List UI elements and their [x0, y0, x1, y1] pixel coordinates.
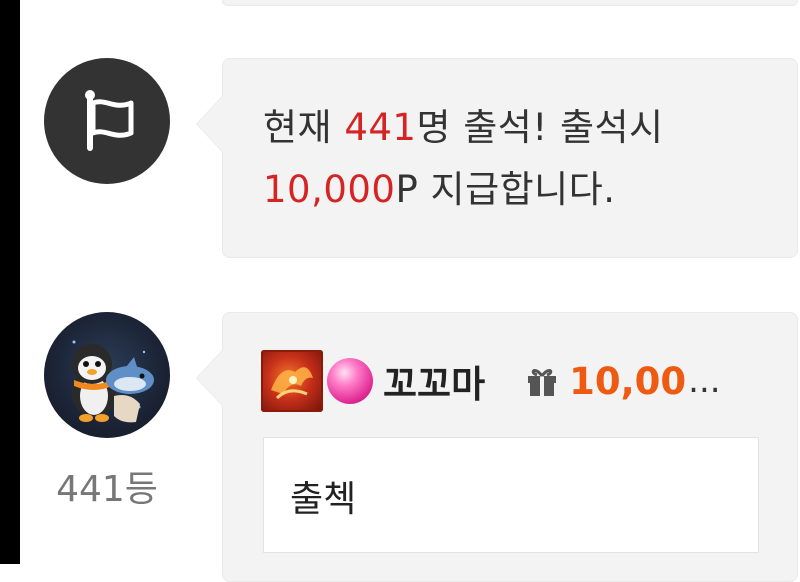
penguin-character-image: [72, 340, 154, 423]
attendance-notice: 현재 441명 출석! 출석시 10,000P 지급합니다.: [263, 97, 763, 221]
notice-suffix: P 지급합니다.: [395, 168, 616, 211]
notice-avatar: [44, 58, 170, 184]
level-badge-icon: [261, 350, 323, 412]
flag-icon: [85, 90, 134, 151]
previous-entry-card: [222, 0, 798, 6]
rank-label: 441등: [56, 469, 158, 510]
earned-points: 10,00: [569, 359, 687, 403]
comment-text: 출첵: [290, 479, 357, 520]
left-edge-bar: [0, 0, 20, 564]
nickname[interactable]: 꼬꼬마: [383, 354, 485, 408]
reward-amount: 10,000: [263, 168, 396, 211]
attendance-entry-bubble: 꼬꼬마 10,00 ... 출첵: [196, 312, 798, 582]
points-ellipsis: ...: [688, 361, 721, 401]
user-avatar[interactable]: [44, 312, 170, 438]
gem-icon: [327, 358, 373, 404]
gift-icon: [528, 369, 557, 396]
attendance-count: 441: [344, 106, 417, 149]
entry-header: 꼬꼬마 10,00 ...: [261, 349, 781, 413]
notice-prefix: 현재: [263, 106, 345, 149]
notice-bubble: 현재 441명 출석! 출석시 10,000P 지급합니다.: [196, 58, 798, 258]
comment-box: 출첵: [263, 437, 759, 553]
notice-middle: 명 출석! 출석시: [416, 106, 664, 149]
